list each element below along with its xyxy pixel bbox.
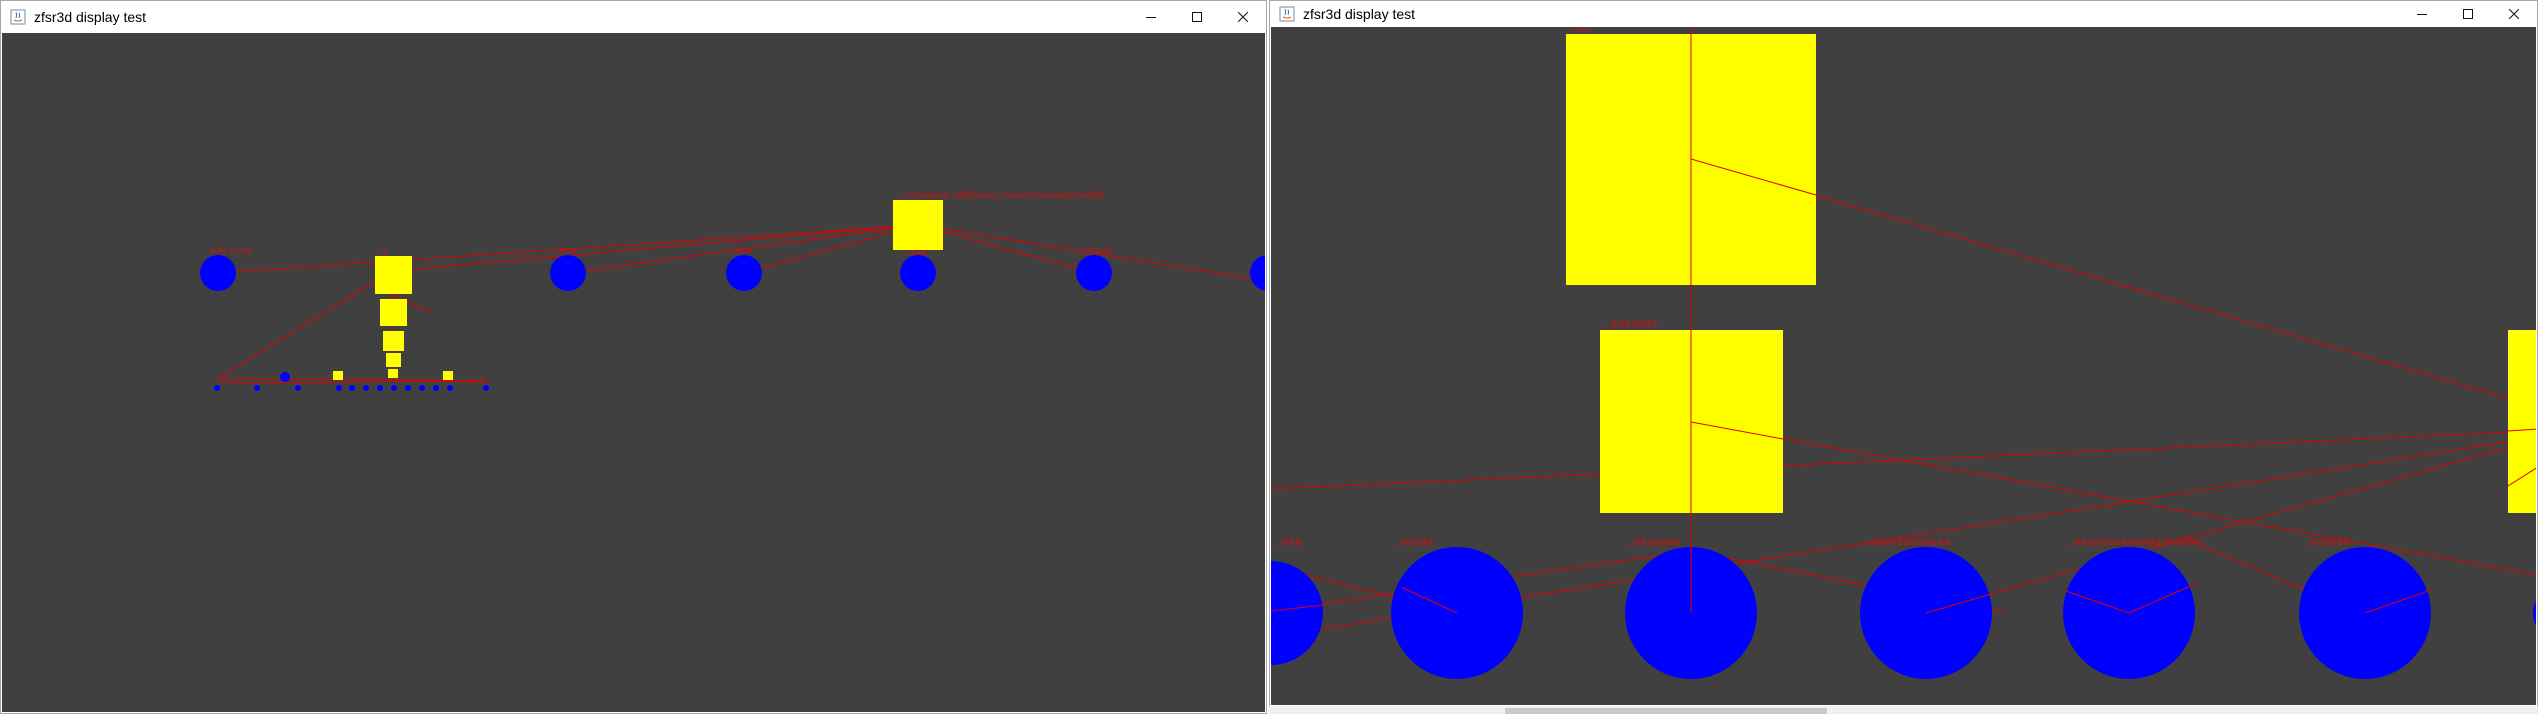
- dataset-nodes: [1566, 34, 2536, 513]
- disk-node[interactable]: [405, 385, 411, 391]
- minimize-button[interactable]: [2399, 1, 2445, 27]
- disk-node[interactable]: [1250, 255, 1265, 291]
- disk-node[interactable]: [295, 385, 301, 391]
- disk-node[interactable]: [254, 385, 260, 391]
- dataset-node[interactable]: [333, 371, 343, 380]
- java-app-icon: [1279, 6, 1295, 22]
- node-labels: ...ckbaaaaa.sdkfjaaaa_cheorenaaaaeafrasd…: [202, 191, 1112, 386]
- render-canvas[interactable]: ...ckbaaaaa.sdkfjaaaa_cheorenaaaaeafrasd…: [2, 33, 1265, 712]
- dataset-node[interactable]: [383, 331, 404, 351]
- window-title: zfsr3d display test: [1303, 6, 1416, 22]
- close-icon: [1238, 12, 1248, 22]
- disk-node[interactable]: [447, 385, 453, 391]
- dataset-nodes: [333, 200, 943, 380]
- minimize-icon: [1146, 17, 1156, 18]
- dataset-node[interactable]: [2508, 330, 2536, 513]
- disk-label: ...aaa.rt.aa: [202, 246, 251, 256]
- disk-node[interactable]: [419, 385, 425, 391]
- disk-label: ...aaaaa: [1076, 246, 1112, 256]
- disk-node[interactable]: [280, 372, 290, 382]
- edge-overlay: [1690, 34, 2536, 513]
- title-bar[interactable]: zfsr3d display test: [1, 1, 1266, 33]
- disk-label: ...b.c: [462, 376, 484, 386]
- disk-label: ...aaa: [1271, 535, 1302, 548]
- disk-node[interactable]: [200, 255, 236, 291]
- disk-node[interactable]: [336, 385, 342, 391]
- window-left: zfsr3d display test ...ckbaaaaa.sdkfjaaa…: [0, 0, 1267, 714]
- disk-node[interactable]: [550, 255, 586, 291]
- disk-label: ...b.c: [212, 376, 234, 386]
- disk-node[interactable]: [433, 385, 439, 391]
- dataset-label: ...e: [374, 246, 389, 256]
- maximize-button[interactable]: [2445, 1, 2491, 27]
- disk-node[interactable]: [1271, 561, 1323, 665]
- render-canvas[interactable]: ...b.c ...aaaaaaa ...aaa ...aaaaa ...aaa…: [1271, 27, 2536, 705]
- disk-node[interactable]: [900, 255, 936, 291]
- disk-label: ...aaaaaa: [2299, 535, 2350, 548]
- dataset-label: ...b.c: [1566, 27, 1593, 35]
- disk-label: ...aaaaaaa: [1623, 535, 1681, 548]
- dataset-node[interactable]: [386, 353, 401, 367]
- horizontal-scrollbar[interactable]: [1269, 706, 2538, 714]
- maximize-icon: [1192, 12, 1202, 22]
- dataset-node[interactable]: [380, 299, 407, 326]
- disk-label: ...aaaaa: [1389, 535, 1433, 548]
- dataset-node[interactable]: [388, 369, 398, 378]
- disk-node[interactable]: [363, 385, 369, 391]
- close-icon: [2509, 9, 2519, 19]
- pool-node[interactable]: [893, 200, 943, 250]
- minimize-button[interactable]: [1128, 1, 1174, 33]
- pool-label: ...ckbaaaaa.sdkfjaaaa_cheorenaaaaeafrasd…: [897, 191, 1105, 201]
- window-title: zfsr3d display test: [34, 9, 147, 25]
- disk-node[interactable]: [726, 255, 762, 291]
- disk-node[interactable]: [2533, 585, 2536, 641]
- dataset-label: ...aaaaaaa: [1600, 317, 1658, 330]
- maximize-button[interactable]: [1174, 1, 1220, 33]
- disk-node[interactable]: [391, 385, 397, 391]
- disk-node[interactable]: [377, 385, 383, 391]
- scene-graph: ...b.c ...aaaaaaa ...aaa ...aaaaa ...aaa…: [1271, 27, 2536, 679]
- scene-graph: ...ckbaaaaa.sdkfjaaaa_cheorenaaaaeafrasd…: [200, 191, 1265, 391]
- java-app-icon: [10, 9, 26, 25]
- disk-label: ...aaa: [726, 246, 751, 256]
- disk-label: ...aaa: [902, 248, 927, 258]
- window-right: zfsr3d display test ...b.c ...aaaaaaa ..…: [1269, 0, 2538, 714]
- close-button[interactable]: [2491, 1, 2537, 27]
- title-bar[interactable]: zfsr3d display test: [1270, 1, 2537, 27]
- minimize-icon: [2417, 14, 2427, 15]
- close-button[interactable]: [1220, 1, 1266, 33]
- disk-node[interactable]: [349, 385, 355, 391]
- disk-label: ...aaaaaaaaaaaa: [1859, 535, 1950, 548]
- disk-nodes: [200, 255, 1265, 391]
- maximize-icon: [2463, 9, 2473, 19]
- disk-label: ...aaa: [550, 246, 575, 256]
- scrollbar-thumb[interactable]: [1505, 708, 1827, 714]
- disk-label: ...aaaaaaaaaaaaaaaaaaa: [2063, 535, 2202, 548]
- dataset-node[interactable]: [443, 371, 453, 380]
- disk-node[interactable]: [1076, 255, 1112, 291]
- dataset-node[interactable]: [375, 256, 412, 294]
- disk-nodes: [1271, 547, 2536, 679]
